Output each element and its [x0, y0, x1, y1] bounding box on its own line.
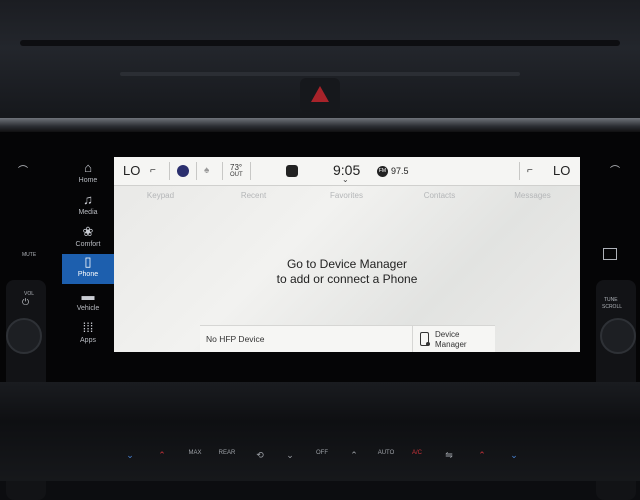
rear-label: REAR	[218, 450, 236, 456]
seat-icon[interactable]: ⌐	[150, 157, 156, 185]
settings-dot-icon	[426, 342, 430, 346]
volume-knob[interactable]	[6, 318, 42, 354]
sidebar-item-apps[interactable]: ⁞⁞⁞ Apps	[62, 320, 114, 352]
radio-frequency[interactable]: 97.5	[391, 157, 409, 185]
device-manager-button[interactable]: Device Manager	[412, 326, 496, 352]
divider	[196, 162, 197, 180]
phone-screen: LO ⌐ ♠ 73° OUT 9:05 ⌄ FM 97.5 ⌐ LO Keypa…	[114, 157, 580, 352]
vent-trim	[120, 72, 520, 76]
divider	[519, 162, 520, 180]
sidebar-item-comfort[interactable]: ❀ Comfort	[62, 224, 114, 256]
seat-right-icon[interactable]: ⌐	[527, 157, 533, 185]
temp-up-right-icon[interactable]: ⌃	[470, 450, 494, 461]
radio-band[interactable]: FM	[377, 166, 388, 177]
comfort-icon: ❀	[82, 224, 94, 239]
sidebar-item-phone[interactable]: ▯ Phone	[62, 254, 114, 284]
notification-bell-icon[interactable]: ♠	[204, 157, 209, 185]
status-bar: LO ⌐ ♠ 73° OUT 9:05 ⌄ FM 97.5 ⌐ LO	[114, 157, 580, 186]
outside-temp: 73°	[230, 163, 243, 172]
off-label: OFF	[316, 450, 328, 456]
rear-defrost-button[interactable]: REAR	[215, 450, 239, 456]
tab-recent[interactable]: Recent	[207, 186, 300, 206]
phone-tabs: Keypad Recent Favorites Contacts Message…	[114, 186, 580, 206]
left-temp[interactable]: LO	[123, 157, 140, 185]
apps-grid-icon: ⁞⁞⁞	[82, 320, 94, 335]
tune-label: TUNE	[604, 297, 618, 303]
hfp-status: No HFP Device	[206, 334, 265, 344]
auto-label: AUTO	[377, 450, 395, 456]
mute-label: MUTE	[22, 252, 37, 258]
defrost-max-button[interactable]: MAX	[183, 450, 207, 456]
sidebar-item-label: Media	[78, 209, 98, 216]
bottom-bar: No HFP Device Device Manager	[200, 325, 495, 352]
sidebar-item-vehicle[interactable]: ▬ Vehicle	[62, 288, 114, 320]
sidebar-item-label: Phone	[77, 271, 99, 278]
chevron-down-icon[interactable]: ⌄	[342, 175, 349, 184]
screen-off-icon[interactable]	[603, 248, 617, 260]
tune-knob[interactable]	[600, 318, 636, 354]
max-label: MAX	[188, 450, 202, 456]
fan-up-icon[interactable]: ⌃	[342, 450, 366, 461]
scroll-label: SCROLL	[602, 304, 623, 310]
divider	[222, 162, 223, 180]
climate-console	[0, 382, 640, 481]
sidebar-item-label: Comfort	[75, 241, 101, 248]
connect-phone-message: Go to Device Manager to add or connect a…	[114, 257, 580, 287]
temp-up-left-icon[interactable]: ⌃	[150, 450, 174, 461]
recirculation-icon[interactable]: ⟲	[248, 450, 272, 461]
music-note-icon: ♫	[83, 192, 93, 207]
seat-heat-right-icon[interactable]: ⌒	[610, 162, 620, 177]
sidebar-item-label: Home	[78, 177, 98, 184]
app-icon[interactable]	[286, 165, 298, 177]
vehicle-icon: ▬	[81, 288, 95, 303]
right-temp[interactable]: LO	[553, 157, 570, 185]
temp-down-right-icon[interactable]: ⌄	[502, 450, 526, 461]
sidebar-item-label: Vehicle	[76, 305, 100, 312]
fan-down-icon[interactable]: ⌄	[278, 450, 302, 461]
sidebar-item-label: Apps	[80, 337, 96, 344]
seat-heat-icon[interactable]: ⌒	[18, 162, 28, 177]
divider	[250, 162, 251, 180]
air-vent	[20, 40, 620, 46]
device-manager-label: Device Manager	[435, 330, 467, 349]
message-line-2: to add or connect a Phone	[276, 272, 418, 286]
hazard-icon	[311, 86, 329, 102]
outside-label: OUT	[230, 172, 243, 178]
temp-down-left-icon[interactable]: ⌄	[118, 450, 142, 461]
tab-favorites[interactable]: Favorites	[300, 186, 393, 206]
ac-button[interactable]: A/C	[405, 450, 429, 456]
message-line-1: Go to Device Manager	[286, 257, 408, 271]
tab-keypad[interactable]: Keypad	[114, 186, 207, 206]
tab-contacts[interactable]: Contacts	[393, 186, 486, 206]
chrome-trim	[0, 118, 640, 132]
ac-label: A/C	[411, 450, 422, 456]
voice-assistant-icon[interactable]	[177, 165, 189, 177]
divider	[169, 162, 170, 180]
auto-button[interactable]: AUTO	[374, 450, 398, 456]
tab-messages[interactable]: Messages	[486, 186, 579, 206]
sidebar-item-media[interactable]: ♫ Media	[62, 192, 114, 224]
home-icon: ⌂	[84, 160, 92, 175]
fan-off-button[interactable]: OFF	[310, 450, 334, 456]
sidebar: ⌂ Home ♫ Media ❀ Comfort ▯ Phone ▬ Vehic…	[62, 156, 114, 352]
phone-icon: ▯	[84, 254, 92, 269]
sidebar-item-home[interactable]: ⌂ Home	[62, 160, 114, 192]
sync-icon[interactable]: ⇋	[437, 450, 461, 461]
power-icon[interactable]: ⏻	[22, 297, 29, 308]
